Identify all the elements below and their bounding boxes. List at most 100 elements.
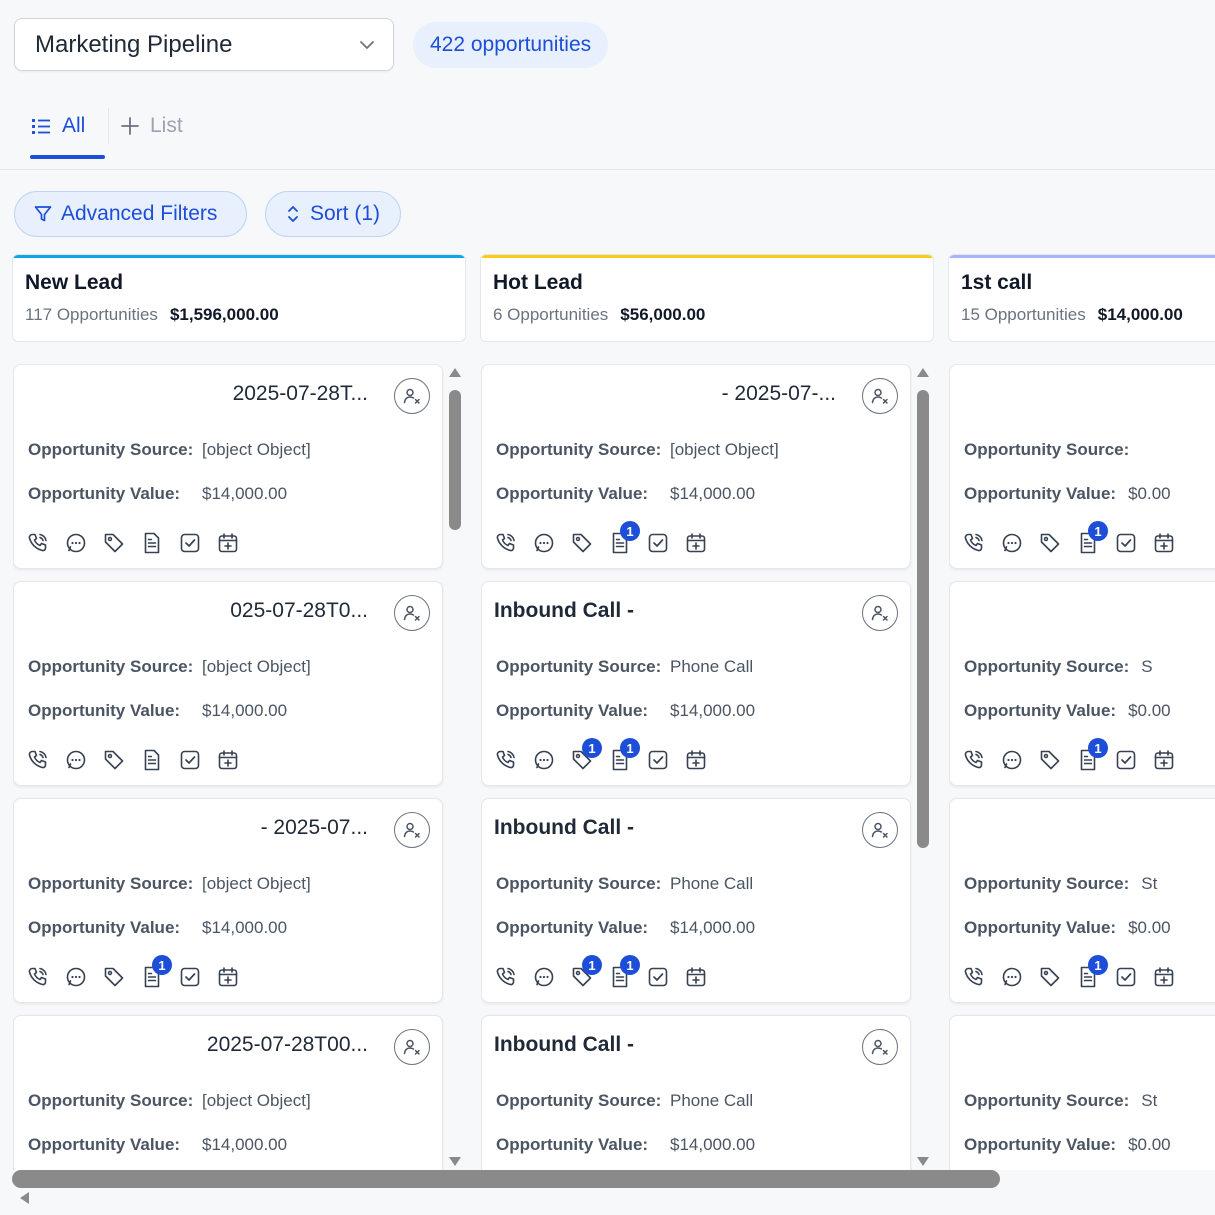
calendar-icon[interactable] [216,748,240,772]
phone-icon[interactable] [962,965,986,989]
opportunity-card[interactable]: Opportunity Source: St Opportunity Value: $… [949,798,1215,1003]
opportunity-title[interactable] [962,816,1174,846]
assign-user-button[interactable] [394,378,430,414]
phone-icon[interactable] [962,531,986,555]
scroll-down-arrow[interactable] [917,1157,929,1166]
opportunity-title[interactable]: 2025-07-28T00... [26,1033,368,1063]
opportunity-card[interactable]: 2025-07-28T00... Opportunity Source: [obje… [13,1015,443,1170]
scrollbar-track[interactable] [448,382,462,1154]
chat-icon[interactable] [1000,531,1024,555]
chat-icon[interactable] [64,748,88,772]
chat-icon[interactable] [1000,748,1024,772]
phone-icon[interactable] [26,531,50,555]
assign-user-button[interactable] [862,812,898,848]
opportunity-title[interactable]: - 2025-07-... [494,382,836,412]
horizontal-scrollbar-thumb[interactable] [12,1170,1000,1188]
note-icon[interactable]: 1 [608,738,640,772]
task-icon[interactable] [1114,748,1138,772]
task-icon[interactable] [1114,531,1138,555]
scrollbar-track[interactable] [916,382,930,1154]
sort-button[interactable]: Sort (1) [265,191,401,237]
opportunity-title[interactable]: - 2025-07... [26,816,368,846]
tab-all[interactable]: All [30,108,85,144]
pipeline-select[interactable]: Marketing Pipeline [14,18,394,71]
chat-icon[interactable] [532,748,556,772]
task-icon[interactable] [646,531,670,555]
assign-user-button[interactable] [394,1029,430,1065]
phone-icon[interactable] [494,965,518,989]
opportunity-title[interactable]: Inbound Call - [494,816,836,846]
chat-icon[interactable] [64,531,88,555]
tag-icon[interactable] [102,965,126,989]
advanced-filters-button[interactable]: Advanced Filters [14,191,247,237]
phone-icon[interactable] [26,748,50,772]
opportunity-title[interactable] [962,599,1174,629]
column-scrollbar-new-lead[interactable] [448,368,462,1166]
tag-icon[interactable] [102,531,126,555]
calendar-icon[interactable] [1152,748,1176,772]
tag-icon[interactable] [102,748,126,772]
task-icon[interactable] [646,965,670,989]
calendar-icon[interactable] [684,531,708,555]
tag-icon[interactable] [1038,748,1062,772]
scroll-up-arrow[interactable] [917,368,929,377]
scroll-down-arrow[interactable] [449,1157,461,1166]
opportunity-card[interactable]: Inbound Call - Opportunity Source: Phone C… [481,798,911,1003]
note-icon[interactable]: 1 [1076,738,1108,772]
opportunity-card[interactable]: Inbound Call - Opportunity Source: Phone C… [481,1015,911,1170]
tag-icon[interactable] [1038,531,1062,555]
calendar-icon[interactable] [1152,531,1176,555]
tag-icon[interactable]: 1 [570,738,602,772]
scroll-left-arrow[interactable] [20,1192,29,1204]
note-icon[interactable]: 1 [1076,955,1108,989]
calendar-icon[interactable] [216,531,240,555]
note-icon[interactable]: 1 [140,955,172,989]
opportunity-title[interactable]: Inbound Call - [494,599,836,629]
task-icon[interactable] [178,748,202,772]
opportunity-title[interactable] [962,1033,1174,1063]
scrollbar-thumb[interactable] [917,390,929,848]
column-scrollbar-hot-lead[interactable] [916,368,930,1166]
board-horizontal-scrollbar[interactable] [0,1168,1215,1215]
calendar-icon[interactable] [216,965,240,989]
tag-icon[interactable] [570,531,594,555]
note-icon[interactable]: 1 [608,521,640,555]
assign-user-button[interactable] [862,1029,898,1065]
opportunity-title[interactable]: 2025-07-28T... [26,382,368,412]
phone-icon[interactable] [962,748,986,772]
note-icon[interactable] [140,531,164,555]
task-icon[interactable] [178,531,202,555]
opportunity-card[interactable]: - 2025-07-... Opportunity Source: [object … [481,364,911,569]
opportunity-card[interactable]: Opportunity Source: St Opportunity Value: $… [949,1015,1215,1170]
note-icon[interactable] [140,748,164,772]
phone-icon[interactable] [494,531,518,555]
chat-icon[interactable] [532,531,556,555]
phone-icon[interactable] [494,748,518,772]
task-icon[interactable] [178,965,202,989]
scrollbar-thumb[interactable] [449,390,461,530]
phone-icon[interactable] [26,965,50,989]
tag-icon[interactable]: 1 [570,955,602,989]
assign-user-button[interactable] [394,595,430,631]
chat-icon[interactable] [1000,965,1024,989]
opportunity-card[interactable]: Opportunity Source: Opportunity Value: $0.… [949,364,1215,569]
opportunity-title[interactable] [962,382,1174,412]
chat-icon[interactable] [64,965,88,989]
tab-add-list[interactable]: List [120,108,183,144]
tag-icon[interactable] [1038,965,1062,989]
note-icon[interactable]: 1 [1076,521,1108,555]
calendar-icon[interactable] [684,748,708,772]
opportunity-title[interactable]: Inbound Call - [494,1033,836,1063]
calendar-icon[interactable] [684,965,708,989]
opportunity-card[interactable]: Opportunity Source: S Opportunity Value: $0… [949,581,1215,786]
opportunity-card[interactable]: 025-07-28T0... Opportunity Source: [object… [13,581,443,786]
calendar-icon[interactable] [1152,965,1176,989]
task-icon[interactable] [1114,965,1138,989]
opportunity-card[interactable]: Inbound Call - Opportunity Source: Phone C… [481,581,911,786]
opportunity-card[interactable]: - 2025-07... Opportunity Source: [object O… [13,798,443,1003]
assign-user-button[interactable] [394,812,430,848]
task-icon[interactable] [646,748,670,772]
assign-user-button[interactable] [862,378,898,414]
opportunity-card[interactable]: 2025-07-28T... Opportunity Source: [object… [13,364,443,569]
note-icon[interactable]: 1 [608,955,640,989]
